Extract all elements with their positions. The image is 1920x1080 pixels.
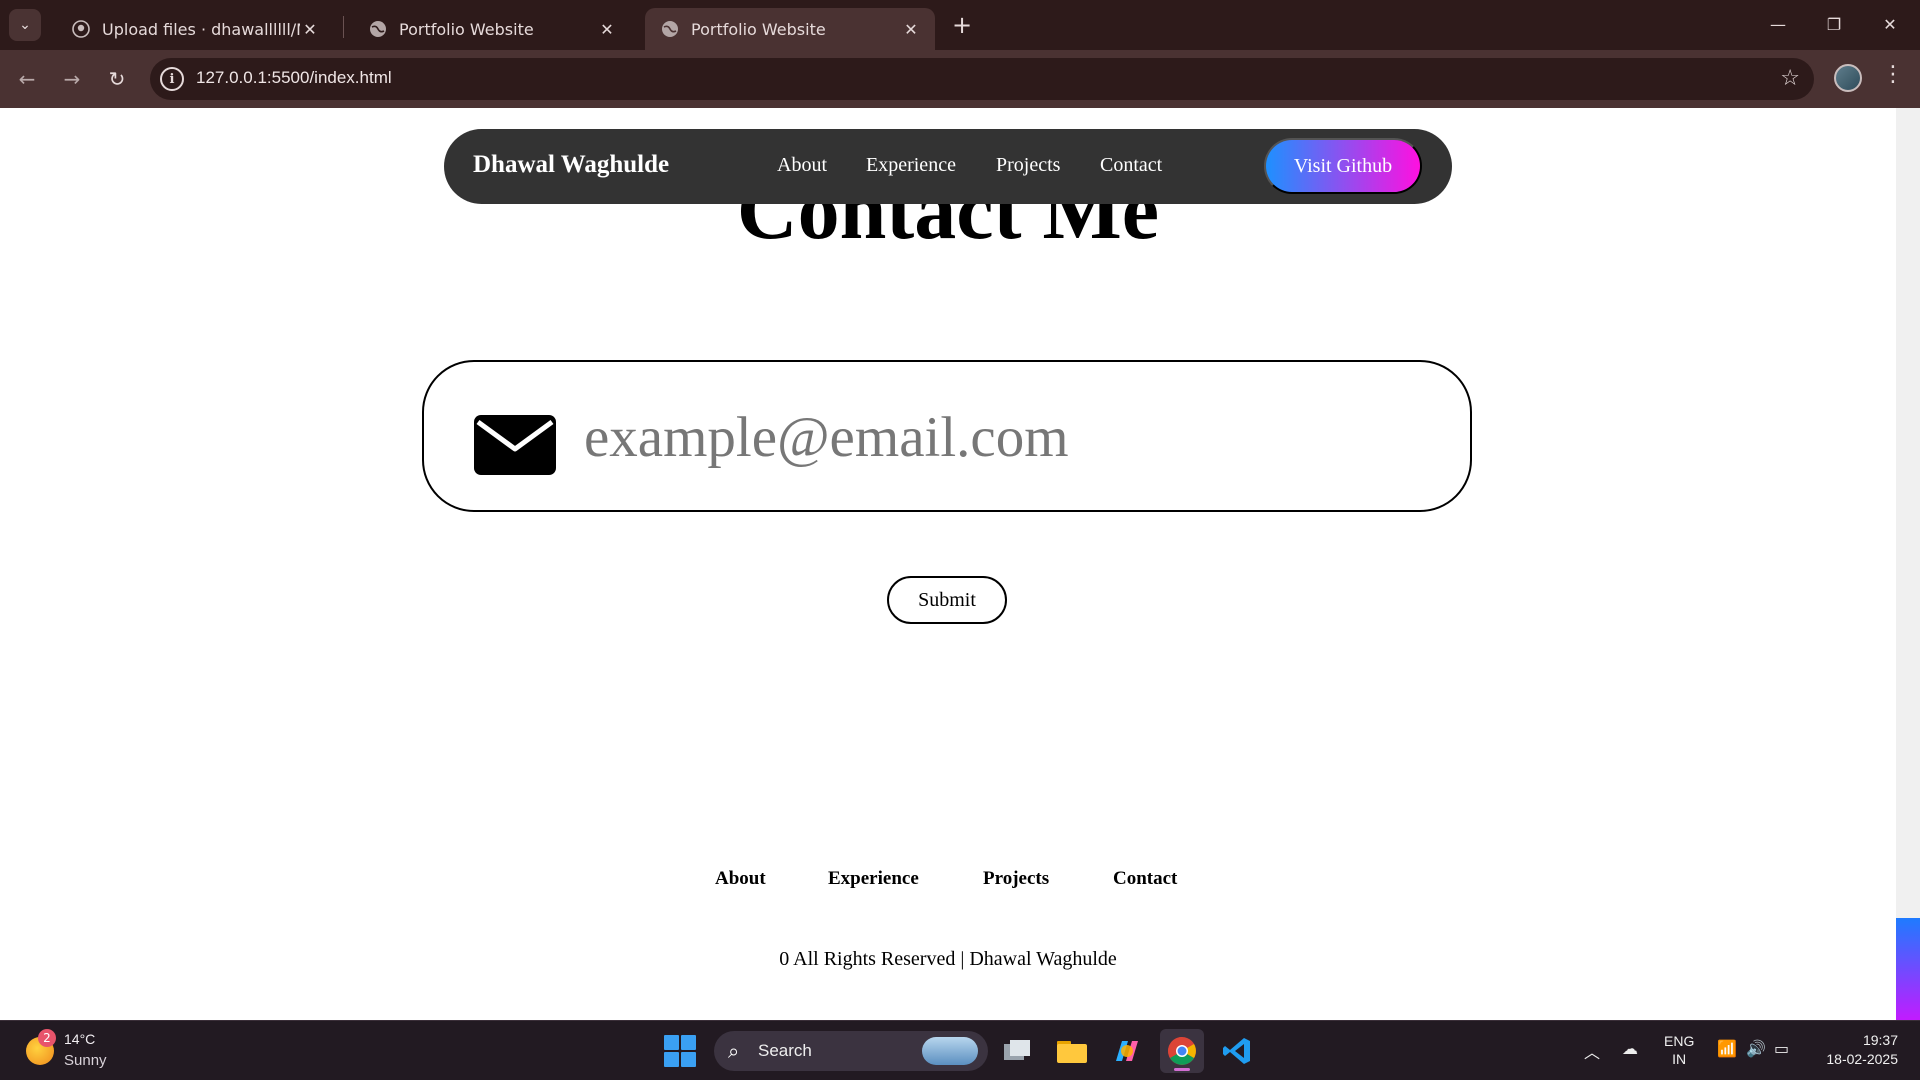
browser-tabstrip: ⌄ Upload files · dhawallllll/My-Port ✕ P… (0, 0, 1920, 50)
nav-link-about[interactable]: About (777, 154, 827, 177)
weather-temperature[interactable]: 14°C (64, 1031, 95, 1047)
active-app-indicator (1174, 1068, 1190, 1071)
email-input[interactable] (584, 402, 1434, 472)
back-button[interactable]: ← (10, 62, 44, 96)
close-tab-icon[interactable]: ✕ (597, 19, 617, 39)
clock-time: 19:37 (1862, 1032, 1898, 1048)
weather-badge: 2 (38, 1029, 56, 1047)
battery-icon[interactable]: ▭ (1774, 1039, 1789, 1058)
nav-link-projects[interactable]: Projects (996, 154, 1060, 177)
cloud-offline-icon[interactable]: ☁ (1622, 1039, 1638, 1058)
browser-tab-upload-files[interactable]: Upload files · dhawallllll/My-Port ✕ (56, 8, 334, 50)
language-code: ENG (1664, 1033, 1695, 1049)
windows-start-icon[interactable] (664, 1035, 696, 1067)
os-taskbar: 2 14°C Sunny ⌕ Search ︿ ☁ ENG IN 📶 🔊 ▭ 1… (0, 1020, 1920, 1080)
reload-button[interactable]: ↻ (100, 62, 134, 96)
close-window-button[interactable]: ✕ (1862, 0, 1918, 48)
browser-menu-icon[interactable]: ⋮ (1882, 62, 1904, 87)
file-explorer-icon[interactable] (1050, 1029, 1094, 1073)
tab-search-button[interactable]: ⌄ (9, 9, 41, 41)
submit-button[interactable]: Submit (887, 576, 1007, 624)
system-clock[interactable]: 19:37 18-02-2025 (1808, 1031, 1898, 1069)
minimize-button[interactable]: — (1750, 0, 1806, 48)
nav-link-experience[interactable]: Experience (866, 154, 956, 177)
site-info-icon[interactable]: i (160, 67, 184, 91)
region-code: IN (1672, 1051, 1687, 1067)
globe-icon (661, 20, 679, 38)
url-text[interactable]: 127.0.0.1:5500/index.html (196, 68, 392, 88)
restore-icon: ❐ (1826, 14, 1842, 34)
chrome-icon[interactable] (1160, 1029, 1204, 1073)
close-tab-icon[interactable]: ✕ (300, 19, 320, 39)
footer-link-contact[interactable]: Contact (1113, 868, 1177, 890)
browser-toolbar: ← → ↻ i 127.0.0.1:5500/index.html ☆ (0, 50, 1920, 108)
forward-button[interactable]: → (55, 62, 89, 96)
github-icon (72, 20, 90, 38)
site-navbar: Dhawal Waghulde About Experience Project… (444, 129, 1452, 204)
new-tab-button[interactable]: + (947, 10, 977, 40)
nav-link-contact[interactable]: Contact (1100, 154, 1162, 177)
taskbar-search[interactable]: ⌕ Search (714, 1031, 988, 1071)
tab-separator (343, 16, 344, 38)
envelope-icon (474, 415, 556, 475)
tab-title: Portfolio Website (691, 19, 826, 39)
address-bar[interactable]: i 127.0.0.1:5500/index.html ☆ (150, 58, 1814, 100)
chevron-up-icon[interactable]: ︿ (1584, 1039, 1600, 1063)
tab-title: Upload files · dhawallllll/My-Port (102, 19, 300, 39)
tab-title: Portfolio Website (399, 19, 534, 39)
arrow-left-icon: ← (18, 67, 36, 91)
visit-github-button[interactable]: Visit Github (1264, 138, 1422, 194)
site-brand[interactable]: Dhawal Waghulde (473, 151, 669, 179)
close-icon: ✕ (1883, 14, 1897, 34)
search-label: Search (758, 1041, 812, 1060)
browser-tab-portfolio-1[interactable]: Portfolio Website ✕ (353, 8, 631, 50)
weather-condition[interactable]: Sunny (64, 1052, 107, 1069)
profile-avatar[interactable] (1834, 64, 1862, 92)
footer-link-projects[interactable]: Projects (983, 868, 1049, 890)
arrow-right-icon: → (63, 67, 81, 91)
vscode-icon[interactable] (1215, 1029, 1259, 1073)
copyright-text: 0 All Rights Reserved | Dhawal Waghulde (779, 948, 1117, 970)
close-tab-icon[interactable]: ✕ (901, 19, 921, 39)
restore-button[interactable]: ❐ (1806, 0, 1862, 48)
page-scrollbar[interactable] (1896, 108, 1920, 1020)
clock-date: 18-02-2025 (1826, 1051, 1898, 1067)
volume-icon[interactable]: 🔊 (1746, 1039, 1766, 1058)
chevron-down-icon: ⌄ (19, 17, 31, 33)
search-highlight-image (922, 1037, 978, 1065)
page-viewport: Contact Me Dhawal Waghulde About Experie… (0, 108, 1920, 1020)
scrollbar-thumb[interactable] (1896, 918, 1920, 1020)
footer-link-experience[interactable]: Experience (828, 868, 919, 890)
copilot-icon[interactable] (1105, 1029, 1149, 1073)
browser-tab-portfolio-active[interactable]: Portfolio Website ✕ (645, 8, 935, 50)
email-form-box (422, 360, 1472, 512)
globe-icon (369, 20, 387, 38)
footer-link-about[interactable]: About (715, 868, 766, 890)
wifi-icon[interactable]: 📶 (1717, 1039, 1737, 1058)
task-view-icon[interactable] (995, 1029, 1039, 1073)
search-icon: ⌕ (728, 1039, 740, 1063)
reload-icon: ↻ (108, 67, 126, 91)
minimize-icon: — (1770, 14, 1786, 34)
plus-icon: + (951, 11, 973, 39)
language-indicator[interactable]: ENG IN (1664, 1032, 1694, 1068)
bookmark-star-icon[interactable]: ☆ (1780, 66, 1800, 91)
